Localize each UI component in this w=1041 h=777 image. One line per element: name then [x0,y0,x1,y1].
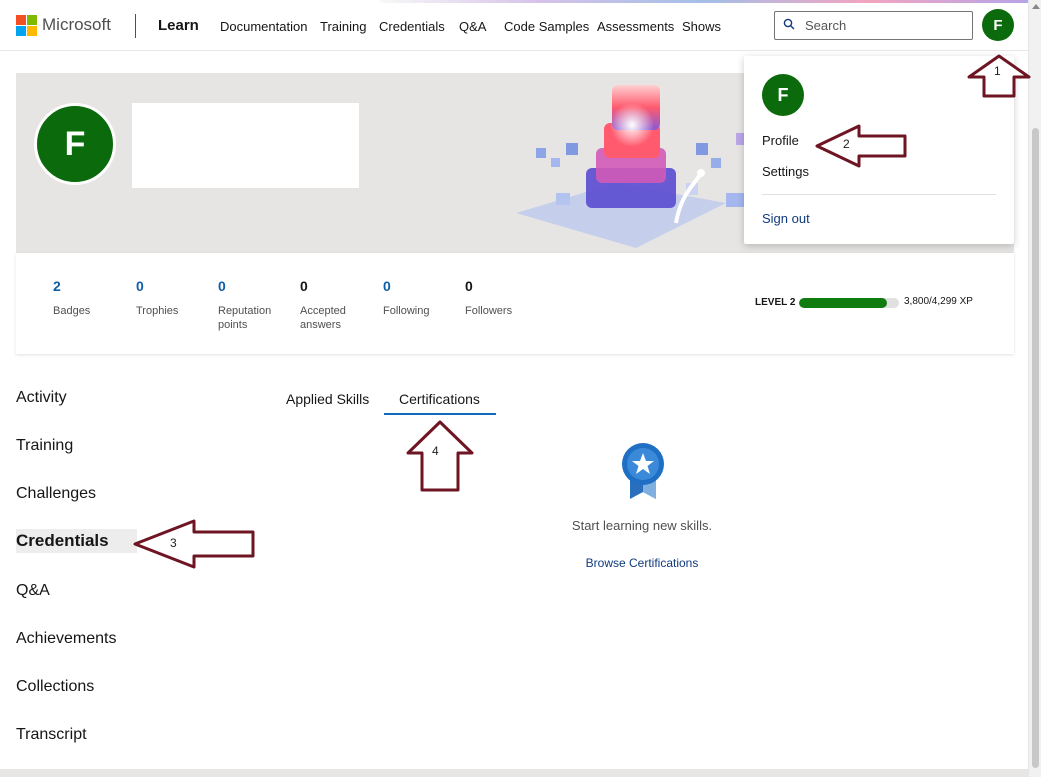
sidebar-item-activity[interactable]: Activity [16,389,67,407]
annotation-number: 2 [843,137,850,151]
search-icon [783,18,795,33]
tab-applied-skills[interactable]: Applied Skills [286,391,369,407]
sidebar-item-transcript[interactable]: Transcript [16,726,87,744]
stat-label: Following [383,305,430,317]
search-box[interactable] [774,11,973,40]
level-progress-fill [799,298,888,308]
banner-stripe [380,0,1028,3]
stat-value: 0 [300,278,308,294]
xp-text: 3,800/4,299 XP [904,296,973,307]
stat-value: 0 [136,278,144,294]
stat-value: 0 [383,278,391,294]
nav-qa[interactable]: Q&A [459,19,486,34]
stat-value: 0 [218,278,226,294]
search-input[interactable] [803,16,963,35]
microsoft-logo-icon[interactable] [16,15,38,37]
stat-following[interactable]: 0 Following [383,278,453,318]
empty-state-message: Start learning new skills. [571,518,713,533]
level-progress-bar [799,298,899,308]
sidebar-item-qa[interactable]: Q&A [16,582,50,600]
stat-label: Accepted answers [300,305,346,331]
user-avatar-button[interactable]: F [982,9,1014,41]
stat-badges[interactable]: 2 Badges [53,278,123,318]
annotation-arrow-up-icon [406,420,474,492]
profile-avatar: F [34,103,116,185]
nav-assessments[interactable]: Assessments [597,19,674,34]
tab-certifications[interactable]: Certifications [399,391,480,407]
tab-active-indicator [384,413,496,415]
stat-accepted-answers: 0 Accepted answers [300,278,370,332]
stat-label: Followers [465,305,513,317]
learn-link[interactable]: Learn [158,17,199,34]
nav-code-samples[interactable]: Code Samples [504,19,589,34]
stat-value: 0 [465,278,473,294]
nav-shows[interactable]: Shows [682,19,721,34]
menu-divider [762,194,996,195]
profile-name-placeholder [132,103,359,188]
stats-card: 2 Badges 0 Trophies 0 Reputation points … [16,253,1014,354]
divider [135,14,136,38]
sidebar-item-collections[interactable]: Collections [16,678,94,696]
sidebar-item-challenges[interactable]: Challenges [16,485,96,503]
stat-followers: 0 Followers [465,278,535,318]
annotation-arrow-left-icon [815,124,907,168]
level-label: LEVEL 2 [755,297,796,308]
menu-item-profile[interactable]: Profile [762,133,799,148]
sidebar-item-credentials[interactable]: Credentials [16,529,137,553]
sidebar-item-achievements[interactable]: Achievements [16,630,117,648]
footer-strip [0,769,1028,777]
annotation-number: 1 [994,64,1001,78]
scrollbar-thumb[interactable] [1032,128,1039,768]
menu-item-sign-out[interactable]: Sign out [762,211,810,226]
nav-documentation[interactable]: Documentation [220,19,307,34]
stat-label: Trophies [136,305,179,317]
annotation-arrow-left-icon [133,519,255,569]
menu-avatar: F [762,74,804,116]
stat-label: Badges [53,305,91,317]
stat-reputation[interactable]: 0 Reputation points [218,278,288,332]
annotation-number: 3 [170,536,177,550]
nav-training[interactable]: Training [320,19,366,34]
scroll-up-icon[interactable] [1032,4,1040,9]
stat-label: Reputation points [218,305,272,331]
stat-value: 2 [53,278,61,294]
brand-name[interactable]: Microsoft [42,15,111,35]
scrollbar[interactable] [1028,0,1041,777]
nav-credentials[interactable]: Credentials [379,19,445,34]
sidebar-item-training[interactable]: Training [16,437,73,455]
annotation-number: 4 [432,444,439,458]
browse-certifications-link[interactable]: Browse Certifications [542,556,742,570]
top-navigation: Microsoft Learn Documentation Training C… [0,0,1028,51]
stat-trophies[interactable]: 0 Trophies [136,278,206,318]
menu-item-settings[interactable]: Settings [762,164,809,179]
certification-badge-icon [622,443,664,499]
